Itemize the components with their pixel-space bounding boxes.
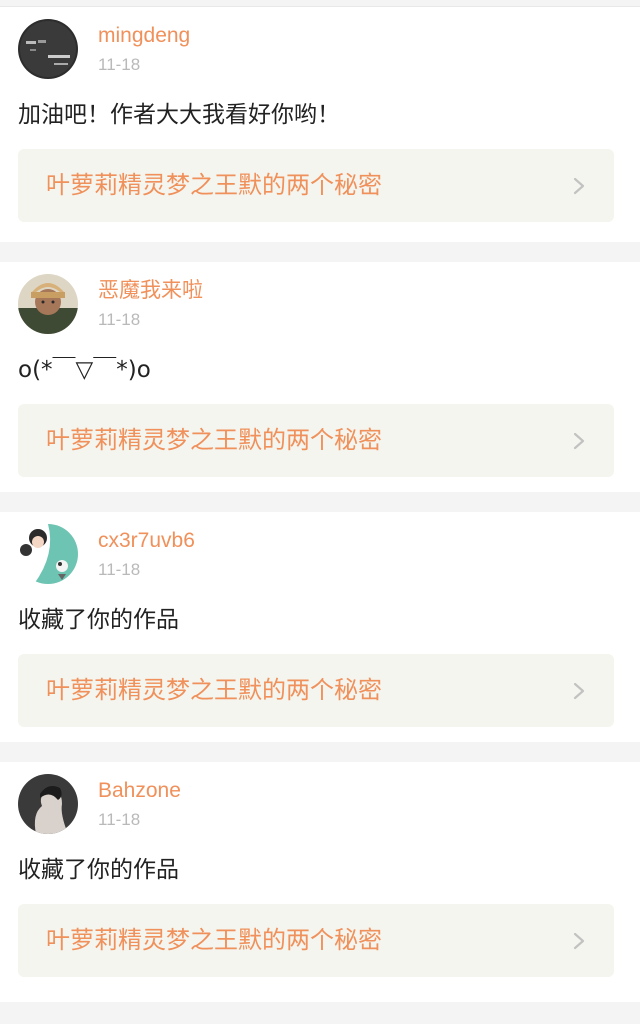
comment-date: 11-18 — [98, 810, 141, 829]
feed-item: Bahzone 11-18 收藏了你的作品 叶萝莉精灵梦之王默的两个秘密 — [0, 762, 640, 1002]
comment-date: 11-18 — [98, 560, 141, 579]
avatar-profile-silhouette-icon[interactable] — [18, 774, 78, 834]
chevron-right-icon — [572, 681, 586, 701]
work-link-card[interactable]: 叶萝莉精灵梦之王默的两个秘密 — [18, 404, 614, 477]
comment-text: o(*￣▽￣*)o — [18, 357, 151, 383]
comment-text: 收藏了你的作品 — [18, 607, 179, 633]
username[interactable]: 恶魔我来啦 — [98, 278, 203, 304]
avatar-dark-text-icon[interactable] — [18, 19, 78, 79]
top-divider — [0, 0, 640, 7]
avatar-teal-illustration-icon[interactable] — [18, 524, 78, 584]
work-link-card[interactable]: 叶萝莉精灵梦之王默的两个秘密 — [18, 654, 614, 727]
chevron-right-icon — [572, 931, 586, 951]
username[interactable]: cx3r7uvb6 — [98, 528, 195, 554]
chevron-right-icon — [572, 431, 586, 451]
feed-item: mingdeng 11-18 加油吧！作者大大我看好你哟！ 叶萝莉精灵梦之王默的… — [0, 7, 640, 242]
avatar-person-cap-icon[interactable] — [18, 274, 78, 334]
comment-date: 11-18 — [98, 310, 141, 329]
username[interactable]: Bahzone — [98, 778, 181, 804]
feed-item: 恶魔我来啦 11-18 o(*￣▽￣*)o 叶萝莉精灵梦之王默的两个秘密 — [0, 262, 640, 492]
feed-item: cx3r7uvb6 11-18 收藏了你的作品 叶萝莉精灵梦之王默的两个秘密 — [0, 512, 640, 742]
work-title: 叶萝莉精灵梦之王默的两个秘密 — [46, 426, 382, 454]
comment-text: 加油吧！作者大大我看好你哟！ — [18, 102, 340, 128]
comment-text: 收藏了你的作品 — [18, 857, 179, 883]
comment-feed-page: mingdeng 11-18 加油吧！作者大大我看好你哟！ 叶萝莉精灵梦之王默的… — [0, 0, 640, 1024]
username[interactable]: mingdeng — [98, 23, 190, 49]
work-link-card[interactable]: 叶萝莉精灵梦之王默的两个秘密 — [18, 149, 614, 222]
work-title: 叶萝莉精灵梦之王默的两个秘密 — [46, 676, 382, 704]
comment-date: 11-18 — [98, 55, 141, 74]
chevron-right-icon — [572, 176, 586, 196]
work-title: 叶萝莉精灵梦之王默的两个秘密 — [46, 171, 382, 199]
work-title: 叶萝莉精灵梦之王默的两个秘密 — [46, 926, 382, 954]
work-link-card[interactable]: 叶萝莉精灵梦之王默的两个秘密 — [18, 904, 614, 977]
